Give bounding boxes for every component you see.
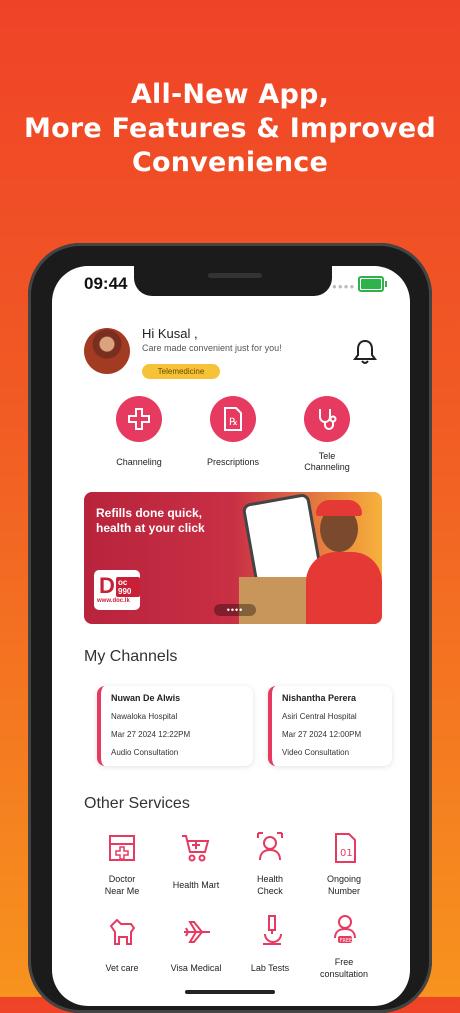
- tele-channeling-button[interactable]: [304, 396, 350, 442]
- service-label: Ongoing Number: [326, 874, 362, 896]
- banner-person-image: [306, 552, 382, 624]
- prescriptions-label: Prescriptions: [206, 457, 260, 467]
- speaker-grille: [208, 273, 262, 278]
- card-type: Audio Consultation: [111, 748, 179, 757]
- channeling-button[interactable]: [116, 396, 162, 442]
- headline: All-New App, More Features & Improved Co…: [0, 78, 460, 180]
- logo-side: oc 990: [116, 577, 140, 597]
- status-time: 09:44: [84, 274, 128, 293]
- card-doctor: Nishantha Perera: [282, 693, 357, 703]
- banner-person-cap: [316, 500, 362, 516]
- card-datetime: Mar 27 2024 12:22PM: [111, 730, 191, 739]
- signal-icon: ●●●●: [332, 282, 356, 291]
- logo-letter: D: [99, 573, 115, 598]
- other-services-title: Other Services: [84, 795, 190, 812]
- headline-line-3: Convenience: [131, 147, 329, 178]
- dog-icon[interactable]: [107, 916, 137, 948]
- channel-card[interactable]: Nuwan De Alwis Nawaloka Hospital Mar 27 …: [97, 686, 253, 766]
- card-hospital: Nawaloka Hospital: [111, 712, 178, 721]
- cart-icon[interactable]: [180, 832, 210, 864]
- service-label: Health Check: [256, 874, 283, 896]
- banner-line-2: health at your click: [96, 521, 205, 535]
- clinic-icon[interactable]: [107, 832, 137, 864]
- battery-icon: [358, 276, 387, 292]
- prescriptions-button[interactable]: ℞: [210, 396, 256, 442]
- logo-web: www.doc.lk: [97, 598, 130, 604]
- microscope-icon[interactable]: [257, 914, 287, 946]
- promo-banner[interactable]: Refills done quick, health at your click…: [84, 492, 382, 624]
- greeting-subtitle: Care made convenient just for you!: [142, 343, 282, 353]
- service-label: Free consultation: [319, 957, 369, 979]
- carousel-dots[interactable]: ••••: [214, 604, 256, 616]
- channel-card[interactable]: Nishantha Perera Asiri Central Hospital …: [268, 686, 392, 766]
- service-label: Lab Tests: [250, 963, 290, 973]
- number-card-icon[interactable]: 01: [330, 832, 360, 864]
- banner-text: Refills done quick, health at your click: [96, 506, 205, 536]
- card-type: Video Consultation: [282, 748, 350, 757]
- stethoscope-icon: [319, 409, 337, 430]
- greeting-name: Hi Kusal ,: [142, 326, 198, 341]
- avatar[interactable]: [84, 328, 130, 374]
- service-label: Visa Medical: [170, 963, 222, 973]
- service-label: Doctor Near Me: [104, 874, 140, 896]
- plane-icon[interactable]: [182, 916, 212, 948]
- svg-text:01: 01: [340, 848, 353, 859]
- channeling-label: Channeling: [116, 457, 162, 467]
- plus-icon: [128, 408, 150, 430]
- bell-icon[interactable]: [352, 338, 378, 366]
- card-hospital: Asiri Central Hospital: [282, 712, 357, 721]
- home-indicator: [185, 990, 275, 994]
- card-datetime: Mar 27 2024 12:00PM: [282, 730, 362, 739]
- tele-channeling-label: Tele Channeling: [304, 451, 350, 472]
- health-check-icon[interactable]: [255, 830, 285, 862]
- headline-line-2: More Features & Improved: [24, 113, 436, 144]
- headline-line-1: All-New App,: [130, 79, 330, 110]
- svg-text:℞: ℞: [229, 417, 238, 428]
- phone-notch: [134, 266, 332, 296]
- card-doctor: Nuwan De Alwis: [111, 693, 181, 703]
- prescription-icon: ℞: [224, 407, 242, 431]
- doc990-logo: D oc 990 www.doc.lk: [94, 570, 140, 610]
- mode-badge[interactable]: Telemedicine: [142, 364, 220, 379]
- banner-line-1: Refills done quick,: [96, 506, 203, 520]
- banner-box-image: [239, 577, 309, 624]
- doctor-free-icon[interactable]: FREE: [330, 912, 360, 944]
- service-label: Vet care: [105, 963, 139, 973]
- my-channels-title: My Channels: [84, 648, 178, 665]
- svg-text:FREE: FREE: [340, 938, 353, 944]
- service-label: Health Mart: [172, 880, 220, 890]
